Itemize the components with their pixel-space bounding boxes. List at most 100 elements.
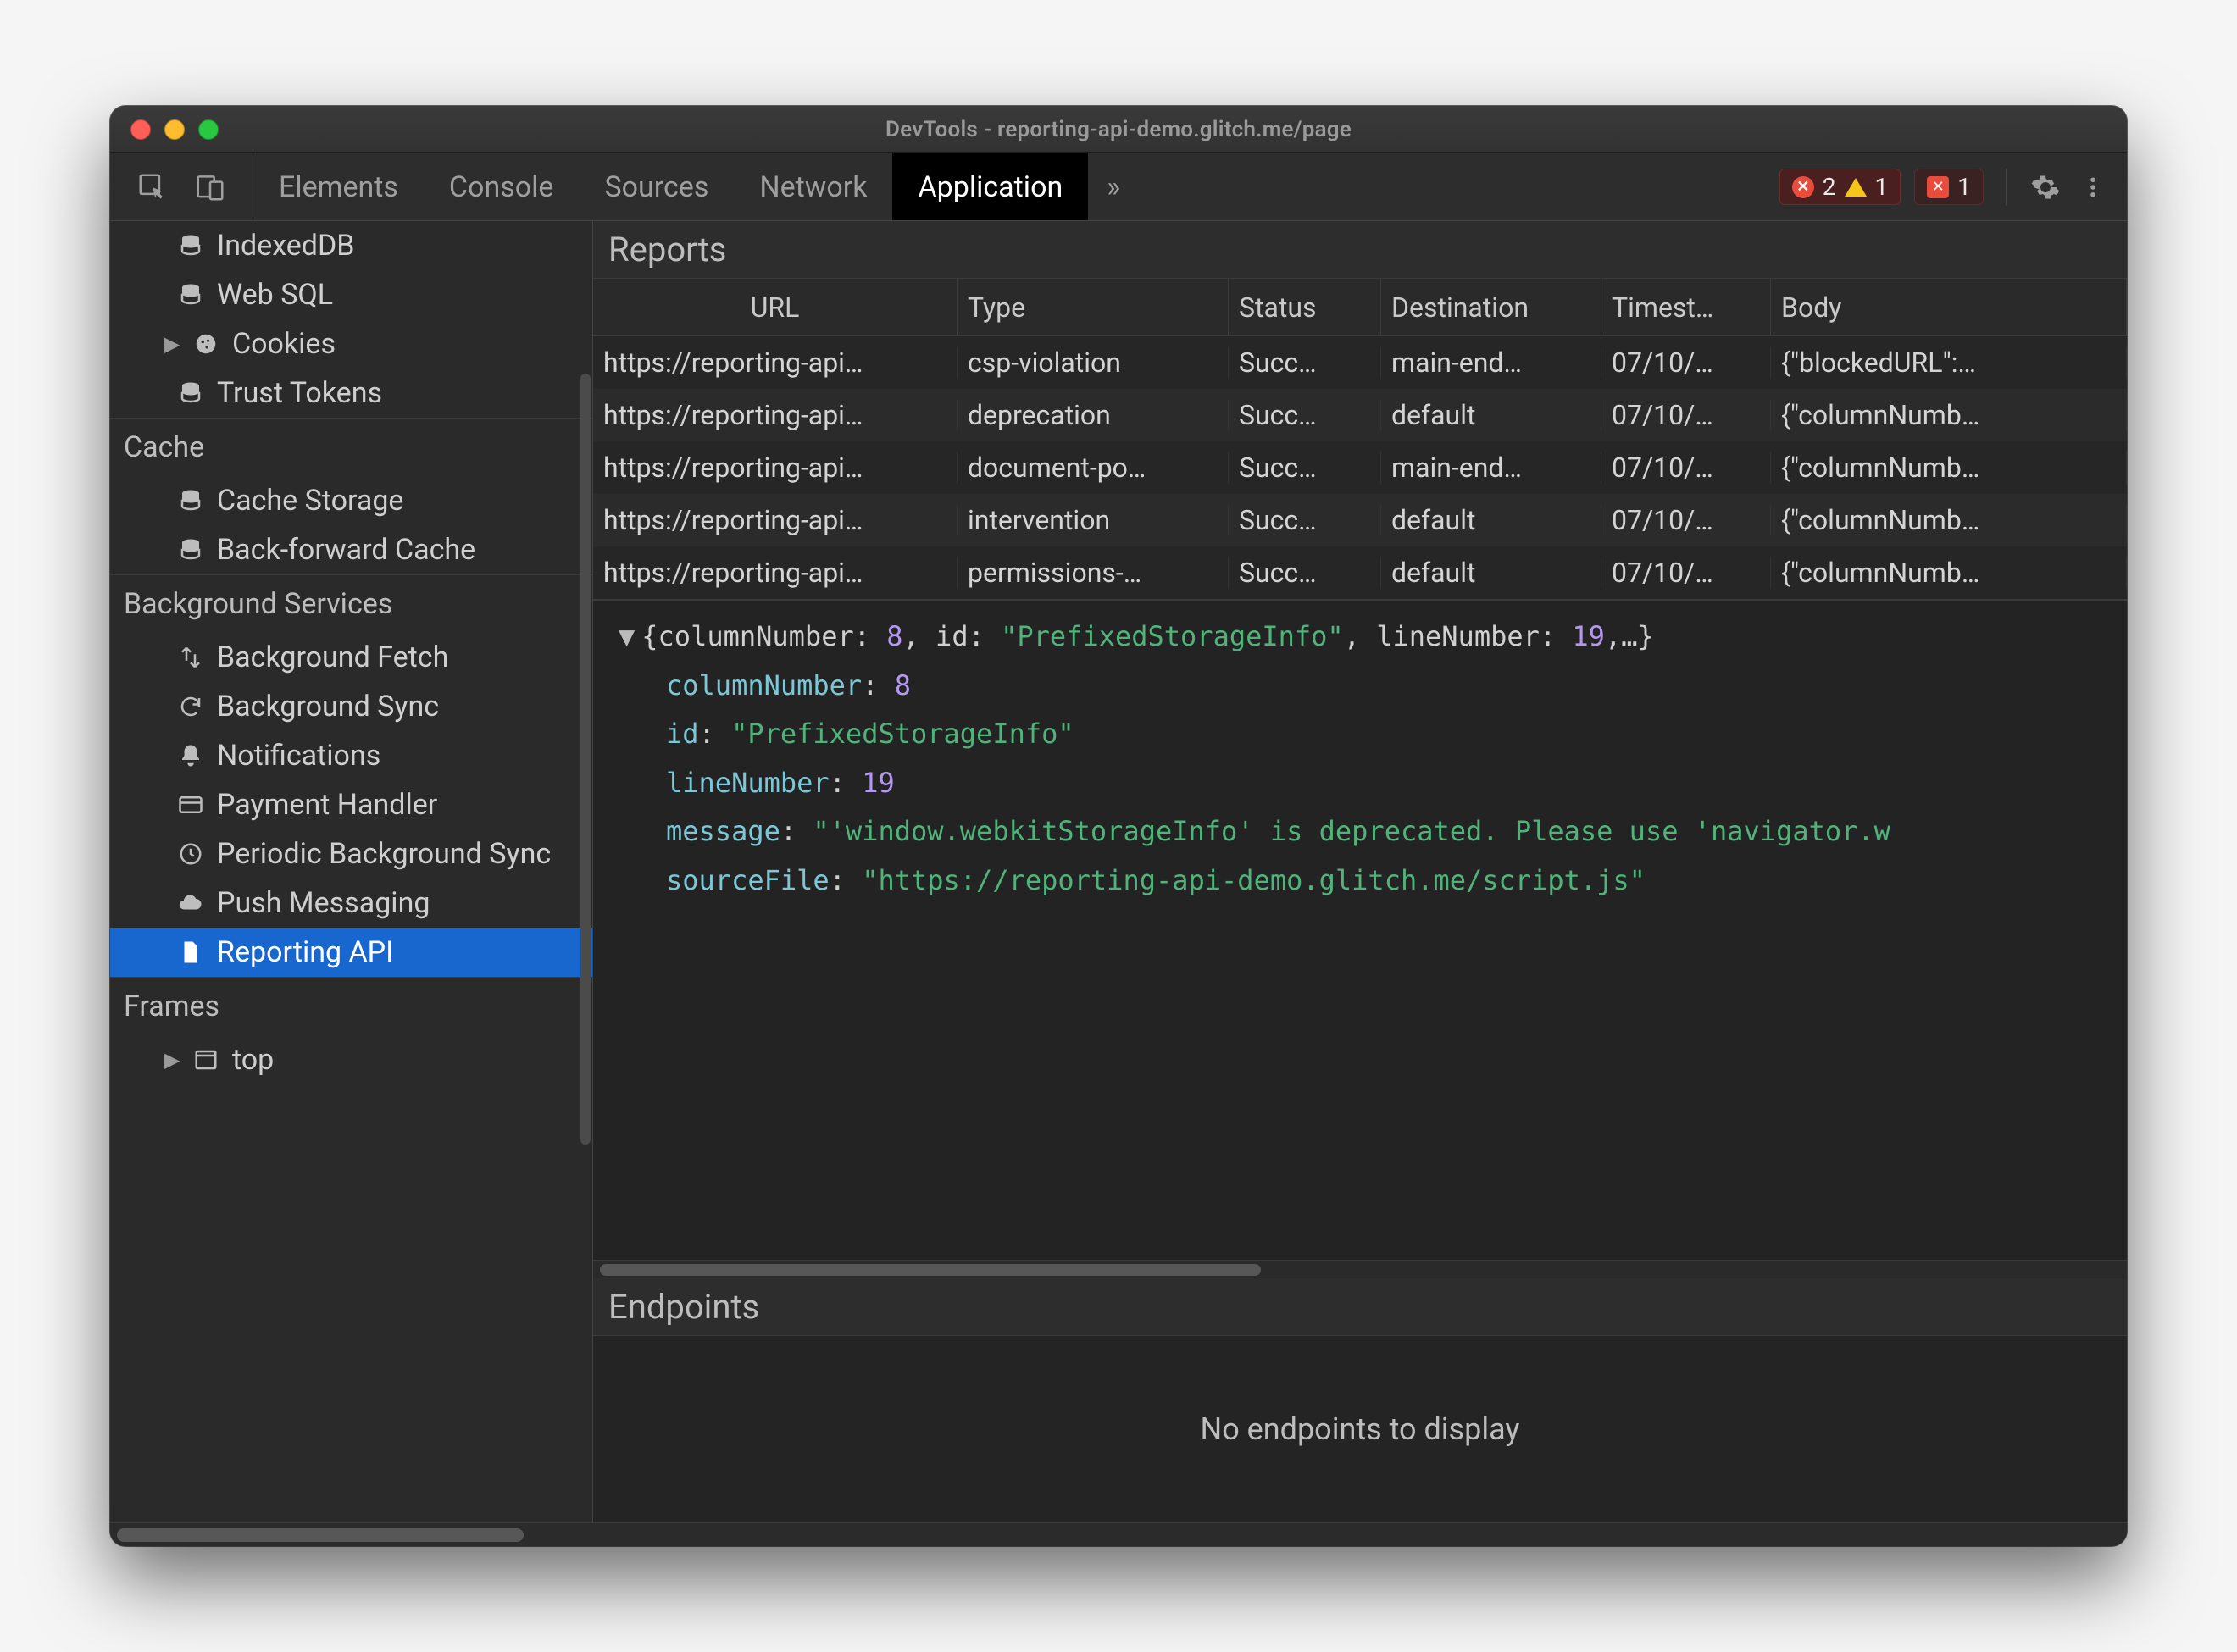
maximize-window-button[interactable] — [198, 119, 219, 140]
table-cell-url: https://reporting-api… — [593, 557, 958, 589]
col-timestamp[interactable]: Timest… — [1601, 279, 1771, 335]
sidebar-item-notifications[interactable]: Notifications — [110, 731, 592, 780]
sidebar-item-bg-sync[interactable]: Background Sync — [110, 682, 592, 731]
reports-table: URL Type Status Destination Timest… Body… — [593, 279, 2127, 600]
sidebar-item-bf-cache[interactable]: Back-forward Cache — [110, 525, 592, 574]
sidebar-item-top-frame[interactable]: ▶ top — [110, 1035, 592, 1084]
sidebar-item-label: Cache Storage — [217, 484, 403, 518]
sidebar-group-cache: Cache — [110, 418, 592, 476]
sidebar-item-websql[interactable]: Web SQL — [110, 270, 592, 319]
table-cell-body: {"columnNumb… — [1771, 504, 2127, 536]
sidebar-item-push[interactable]: Push Messaging — [110, 879, 592, 928]
table-row[interactable]: https://reporting-api…deprecationSucc…de… — [593, 389, 2127, 441]
sidebar-item-cookies[interactable]: ▶ Cookies — [110, 319, 592, 369]
table-row[interactable]: https://reporting-api…document-po…Succ…m… — [593, 441, 2127, 494]
reporting-api-panel: Reports URL Type Status Destination Time… — [593, 221, 2127, 1522]
sidebar-item-cache-storage[interactable]: Cache Storage — [110, 476, 592, 525]
tab-network[interactable]: Network — [734, 153, 892, 220]
kebab-menu-icon[interactable] — [2076, 170, 2110, 204]
expand-caret-icon[interactable]: ▼ — [619, 620, 635, 652]
table-cell-timestamp: 07/10/… — [1601, 399, 1771, 431]
table-cell-destination: default — [1381, 557, 1601, 589]
table-cell-type: document-po… — [958, 452, 1229, 484]
inspect-element-icon[interactable] — [136, 170, 169, 204]
tabs-overflow-button[interactable]: » — [1088, 153, 1139, 220]
toolbar-separator — [2006, 169, 2007, 206]
table-cell-url: https://reporting-api… — [593, 399, 958, 431]
sidebar-item-payment[interactable]: Payment Handler — [110, 780, 592, 829]
sidebar-group-bg: Background Services — [110, 574, 592, 633]
toolbar-right: ✕ 2 1 ✕ 1 — [1779, 153, 2127, 220]
table-cell-url: https://reporting-api… — [593, 346, 958, 379]
detail-key: sourceFile — [666, 864, 830, 896]
col-status[interactable]: Status — [1229, 279, 1381, 335]
scrollbar-thumb[interactable] — [117, 1528, 524, 1542]
table-cell-type: deprecation — [958, 399, 1229, 431]
sidebar-item-bg-fetch[interactable]: Background Fetch — [110, 633, 592, 682]
table-cell-status: Succ… — [1229, 557, 1381, 589]
console-status-pill[interactable]: ✕ 2 1 — [1779, 169, 1901, 205]
col-type[interactable]: Type — [958, 279, 1229, 335]
sidebar-item-label: top — [232, 1043, 274, 1077]
sidebar-item-trust-tokens[interactable]: Trust Tokens — [110, 369, 592, 418]
toolbar-left — [110, 153, 253, 220]
sidebar-item-reporting-api[interactable]: Reporting API — [110, 928, 592, 977]
minimize-window-button[interactable] — [164, 119, 185, 140]
sidebar-item-label: Reporting API — [217, 935, 393, 969]
sidebar-item-label: Push Messaging — [217, 886, 430, 920]
detail-value: "PrefixedStorageInfo" — [731, 718, 1074, 750]
table-cell-timestamp: 07/10/… — [1601, 557, 1771, 589]
table-row[interactable]: https://reporting-api…interventionSucc…d… — [593, 494, 2127, 546]
table-row[interactable]: https://reporting-api…csp-violationSucc…… — [593, 336, 2127, 389]
sidebar-item-label: IndexedDB — [217, 229, 354, 263]
sidebar-item-periodic-sync[interactable]: Periodic Background Sync — [110, 829, 592, 879]
frame-icon — [192, 1045, 220, 1074]
reports-table-body: https://reporting-api…csp-violationSucc…… — [593, 336, 2127, 599]
endpoints-empty-state: No endpoints to display — [593, 1336, 2127, 1522]
application-sidebar[interactable]: IndexedDB Web SQL ▶ Cookies Trust Tokens… — [110, 221, 593, 1522]
table-row[interactable]: https://reporting-api…permissions-…Succ…… — [593, 546, 2127, 599]
sync-icon — [176, 692, 205, 721]
issues-pill[interactable]: ✕ 1 — [1914, 169, 1984, 205]
detail-value: 19 — [862, 767, 895, 799]
table-cell-timestamp: 07/10/… — [1601, 452, 1771, 484]
sidebar-scrollbar-thumb[interactable] — [580, 374, 591, 1145]
sidebar-item-indexeddb[interactable]: IndexedDB — [110, 221, 592, 270]
scrollbar-thumb[interactable] — [600, 1264, 1261, 1276]
col-url[interactable]: URL — [593, 279, 958, 335]
table-cell-body: {"columnNumb… — [1771, 452, 2127, 484]
sidebar-item-label: Background Fetch — [217, 640, 448, 674]
col-body[interactable]: Body — [1771, 279, 2127, 335]
device-toggle-icon[interactable] — [193, 170, 227, 204]
settings-gear-icon[interactable] — [2029, 170, 2062, 204]
table-cell-destination: default — [1381, 504, 1601, 536]
chevron-right-icon: ▶ — [164, 1048, 180, 1072]
tab-application[interactable]: Application — [892, 153, 1088, 220]
detail-key: columnNumber — [666, 669, 862, 701]
table-cell-status: Succ… — [1229, 346, 1381, 379]
issue-icon: ✕ — [1927, 176, 1949, 198]
table-cell-body: {"columnNumb… — [1771, 399, 2127, 431]
close-window-button[interactable] — [130, 119, 151, 140]
database-icon — [176, 535, 205, 564]
database-icon — [176, 280, 205, 309]
tab-console[interactable]: Console — [424, 153, 580, 220]
report-detail-view[interactable]: ▼{columnNumber: 8, id: "PrefixedStorageI… — [593, 600, 2127, 1260]
table-cell-timestamp: 07/10/… — [1601, 346, 1771, 379]
panel-tabs: Elements Console Sources Network Applica… — [253, 153, 1139, 220]
detail-key: message — [666, 815, 780, 847]
issue-count: 1 — [1957, 173, 1971, 201]
table-cell-url: https://reporting-api… — [593, 452, 958, 484]
sidebar-horizontal-scrollbar[interactable] — [110, 1522, 2127, 1546]
detail-horizontal-scrollbar[interactable] — [593, 1260, 2127, 1278]
window-title: DevTools - reporting-api-demo.glitch.me/… — [110, 117, 2127, 142]
sidebar-item-label: Back-forward Cache — [217, 533, 475, 567]
tab-elements[interactable]: Elements — [253, 153, 424, 220]
sidebar-item-label: Periodic Background Sync — [217, 837, 551, 871]
sidebar-item-label: Notifications — [217, 739, 380, 773]
col-destination[interactable]: Destination — [1381, 279, 1601, 335]
tab-sources[interactable]: Sources — [579, 153, 734, 220]
reports-table-header: URL Type Status Destination Timest… Body — [593, 279, 2127, 336]
sidebar-item-label: Cookies — [232, 327, 336, 361]
card-icon — [176, 790, 205, 819]
